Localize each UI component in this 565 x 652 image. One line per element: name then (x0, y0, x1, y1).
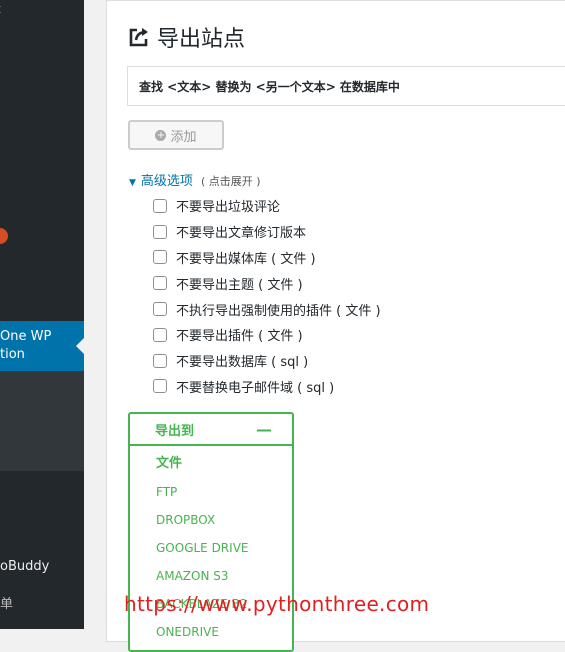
option-no-revisions[interactable]: 不要导出文章修订版本 (153, 219, 381, 245)
option-no-mu-plugins[interactable]: 不执行导出强制使用的插件 ( 文件 ) (153, 296, 381, 322)
export-destination-onedrive[interactable]: ONEDRIVE (130, 618, 292, 646)
advanced-options-link[interactable]: 高级选项 (141, 170, 193, 189)
checkbox[interactable] (153, 276, 167, 291)
checkbox[interactable] (153, 379, 167, 394)
sidebar-item-backupbuddy[interactable]: oBuddy (0, 559, 49, 574)
option-label: 不要导出数据库 ( sql ) (176, 355, 309, 371)
caret-down-icon: ▼ (129, 178, 136, 188)
option-label: 不要替换电子邮件域 ( sql ) (176, 380, 335, 396)
sidebar-item-label-line2: tion (0, 347, 25, 362)
sidebar-submenu (0, 371, 84, 471)
option-no-database[interactable]: 不要导出数据库 ( sql ) (153, 348, 381, 374)
export-destination-amazon-s3[interactable]: AMAZON S3 (130, 562, 292, 590)
checkbox[interactable] (153, 198, 167, 213)
export-panel: 导出站点 查找 <文本> 替换为 <另一个文本> 在数据库中 + 添加 ▼ 高级… (106, 0, 565, 652)
option-label: 不执行导出强制使用的插件 ( 文件 ) (176, 303, 381, 319)
option-no-spam-comments[interactable]: 不要导出垃圾评论 (153, 193, 381, 219)
export-destinations: 文件 FTP DROPBOX GOOGLE DRIVE AMAZON S3 BA… (130, 446, 292, 646)
option-no-media[interactable]: 不要导出媒体库 ( 文件 ) (153, 245, 381, 271)
export-to-header[interactable]: 导出到 — (130, 414, 292, 446)
sidebar-item-menu[interactable]: 单 (0, 593, 13, 612)
sidebar-fragment: t (0, 2, 1, 16)
checkbox[interactable] (153, 327, 167, 342)
minus-icon: — (256, 419, 272, 439)
sidebar-item-label: One WP (0, 329, 52, 344)
export-to-label: 导出到 (155, 423, 195, 439)
advanced-options-list: 不要导出垃圾评论 不要导出文章修订版本 不要导出媒体库 ( 文件 ) 不要导出主… (153, 193, 381, 399)
export-destination-file[interactable]: 文件 (130, 450, 292, 478)
option-label: 不要导出媒体库 ( 文件 ) (176, 251, 316, 267)
export-destination-dropbox[interactable]: DROPBOX (130, 506, 292, 534)
active-indicator-arrow (76, 338, 84, 354)
checkbox[interactable] (153, 224, 167, 239)
add-button-label: 添加 (170, 129, 197, 145)
option-label: 不要导出文章修订版本 (176, 226, 307, 242)
export-destination-google-drive[interactable]: GOOGLE DRIVE (130, 534, 292, 562)
export-to-dropdown: 导出到 — 文件 FTP DROPBOX GOOGLE DRIVE AMAZON… (128, 412, 294, 652)
option-no-plugins[interactable]: 不要导出插件 ( 文件 ) (153, 322, 381, 348)
export-icon (129, 28, 148, 47)
find-replace-row[interactable]: 查找 <文本> 替换为 <另一个文本> 在数据库中 (127, 66, 565, 106)
advanced-options-hint: ( 点击展开 ) (200, 175, 261, 188)
add-button[interactable]: + 添加 (128, 120, 224, 150)
sidebar-item-all-in-one-wp-migration[interactable]: One WP tion (0, 321, 84, 371)
export-destination-ftp[interactable]: FTP (130, 478, 292, 506)
admin-sidebar: t One WP tion oBuddy 单 (0, 0, 84, 629)
notification-badge (0, 228, 8, 244)
option-label: 不要导出主题 ( 文件 ) (176, 277, 303, 293)
watermark-url: https://www.pythonthree.com (124, 592, 430, 616)
page-title-row: 导出站点 (127, 21, 245, 53)
checkbox[interactable] (153, 353, 167, 368)
option-no-email-replace[interactable]: 不要替换电子邮件域 ( sql ) (153, 374, 381, 400)
page-title: 导出站点 (157, 27, 246, 52)
option-no-themes[interactable]: 不要导出主题 ( 文件 ) (153, 270, 381, 296)
plus-icon: + (155, 129, 167, 141)
option-label: 不要导出垃圾评论 (176, 200, 281, 216)
option-label: 不要导出插件 ( 文件 ) (176, 329, 303, 345)
checkbox[interactable] (153, 302, 167, 317)
advanced-options-toggle[interactable]: ▼ 高级选项 ( 点击展开 ) (129, 170, 261, 189)
checkbox[interactable] (153, 250, 167, 265)
